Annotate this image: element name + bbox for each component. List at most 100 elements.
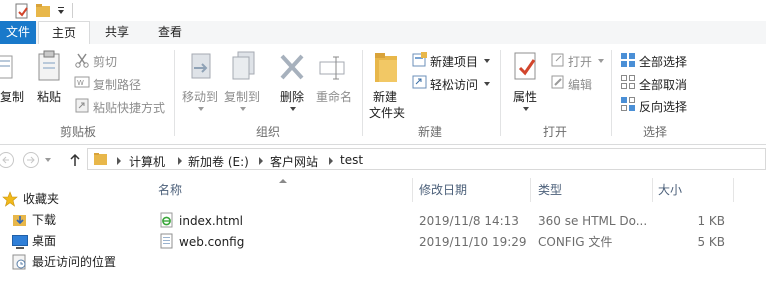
nav-item-label: 下载 (32, 213, 57, 227)
new-item-label: 新建项目 (430, 55, 479, 69)
clipboard-group-label: 剪贴板 (59, 125, 96, 139)
group-divider (362, 50, 363, 136)
breadcrumb-separator-icon[interactable] (329, 157, 333, 165)
open-icon (551, 53, 564, 67)
breadcrumb-customer-sites[interactable]: 客户网站 (270, 153, 318, 170)
tab-view[interactable]: 查看 (151, 21, 189, 44)
title-bar (0, 0, 766, 21)
nav-favorites-label: 收藏夹 (23, 192, 60, 206)
delete-label: 删除 (280, 90, 305, 104)
paste-shortcut-icon (75, 98, 89, 113)
column-header-size[interactable]: 大小 (658, 178, 682, 202)
tab-home[interactable]: 主页 (38, 21, 90, 46)
move-to-label: 移动到 (182, 90, 219, 104)
column-header-name[interactable]: 名称 (158, 178, 182, 202)
open-caret (598, 59, 604, 63)
file-name: index.html (179, 214, 243, 228)
breadcrumb-computer[interactable]: 计算机 (129, 153, 165, 170)
desktop-icon (12, 235, 28, 249)
breadcrumb-test[interactable]: test (340, 153, 363, 167)
folder-icon (94, 153, 107, 165)
ribbon-tabs: 文件 主页 共享 查看 (0, 21, 766, 46)
new-group-label: 新建 (417, 125, 442, 139)
tab-file[interactable]: 文件 (0, 21, 36, 44)
copy-icon (0, 55, 13, 79)
star-icon (2, 191, 18, 207)
breadcrumb-drive[interactable]: 新加卷 (E:) (188, 153, 249, 170)
file-type: 360 se HTML Do... (538, 214, 648, 228)
organize-group-label: 组织 (255, 125, 280, 139)
html-file-icon (160, 212, 173, 228)
recent-locations-caret[interactable] (45, 158, 51, 162)
move-to-icon (191, 53, 211, 79)
file-size: 1 KB (697, 214, 725, 228)
column-divider[interactable] (530, 178, 531, 202)
customize-quick-access-icon[interactable] (56, 2, 66, 18)
copy-to-label: 复制到 (224, 90, 261, 104)
easy-access-label: 轻松访问 (430, 78, 479, 92)
select-all-icon (621, 53, 635, 67)
move-to-caret (198, 107, 204, 111)
address-bar[interactable]: 计算机 新加卷 (E:) 客户网站 test (87, 148, 766, 170)
recent-places-icon (12, 254, 26, 270)
sort-ascending-icon (279, 179, 287, 183)
svg-text:W: W (77, 79, 84, 87)
paste-icon (38, 50, 60, 81)
paste-label: 粘贴 (37, 90, 62, 104)
group-divider (500, 50, 501, 136)
new-folder-label-line1: 新建 (373, 90, 398, 104)
properties-caret (523, 107, 529, 111)
column-header-modified[interactable]: 修改日期 (419, 178, 467, 202)
copy-to-caret (240, 107, 246, 111)
up-arrow-icon[interactable] (68, 152, 82, 168)
select-none-label: 全部取消 (639, 78, 688, 92)
properties-label: 属性 (513, 90, 538, 104)
edit-label: 编辑 (568, 78, 593, 92)
copy-path-label: 复制路径 (93, 78, 142, 92)
downloads-folder-icon (13, 215, 26, 226)
select-all-label: 全部选择 (639, 55, 688, 69)
nav-item-label: 桌面 (32, 234, 57, 248)
breadcrumb-separator-icon[interactable] (117, 157, 121, 165)
back-arrow-icon[interactable] (0, 151, 16, 169)
open-group-label: 打开 (542, 125, 567, 139)
new-item-icon (412, 52, 427, 67)
breadcrumb-separator-icon[interactable] (259, 157, 263, 165)
folder-icon (375, 53, 397, 82)
column-divider[interactable] (652, 178, 653, 202)
group-divider (174, 50, 175, 136)
file-name: web.config (179, 235, 245, 249)
file-size: 5 KB (697, 235, 725, 249)
easy-access-icon (412, 75, 427, 89)
forward-arrow-icon[interactable] (22, 151, 40, 169)
copy-to-icon (232, 51, 255, 80)
copy-path-icon: W (74, 76, 90, 88)
tab-share[interactable]: 共享 (98, 21, 136, 44)
column-header-type[interactable]: 类型 (538, 178, 562, 202)
file-type: CONFIG 文件 (538, 235, 613, 249)
rename-icon (319, 56, 345, 80)
invert-selection-icon (621, 97, 635, 111)
file-modified: 2019/11/10 19:29 (419, 235, 527, 249)
invert-selection-label: 反向选择 (639, 100, 688, 114)
select-none-icon (621, 75, 635, 89)
new-folder-quick-icon[interactable] (35, 2, 51, 18)
properties-icon (514, 52, 536, 80)
column-divider[interactable] (733, 178, 734, 202)
config-file-icon (160, 233, 173, 249)
edit-icon (551, 75, 564, 89)
breadcrumb-separator-icon[interactable] (178, 157, 182, 165)
open-label: 打开 (568, 55, 593, 69)
easy-access-caret (484, 82, 490, 86)
new-folder-label-line2: 文件夹 (369, 106, 406, 120)
cut-label: 剪切 (93, 55, 118, 69)
group-divider (611, 50, 612, 136)
copy-label: 复制 (0, 90, 25, 104)
properties-quick-icon[interactable] (14, 3, 30, 19)
file-modified: 2019/11/8 14:13 (419, 214, 519, 228)
select-group-label: 选择 (642, 125, 667, 139)
nav-item-label: 最近访问的位置 (32, 255, 117, 269)
delete-x-icon (280, 54, 304, 80)
column-divider[interactable] (412, 178, 413, 202)
new-item-caret (484, 59, 490, 63)
